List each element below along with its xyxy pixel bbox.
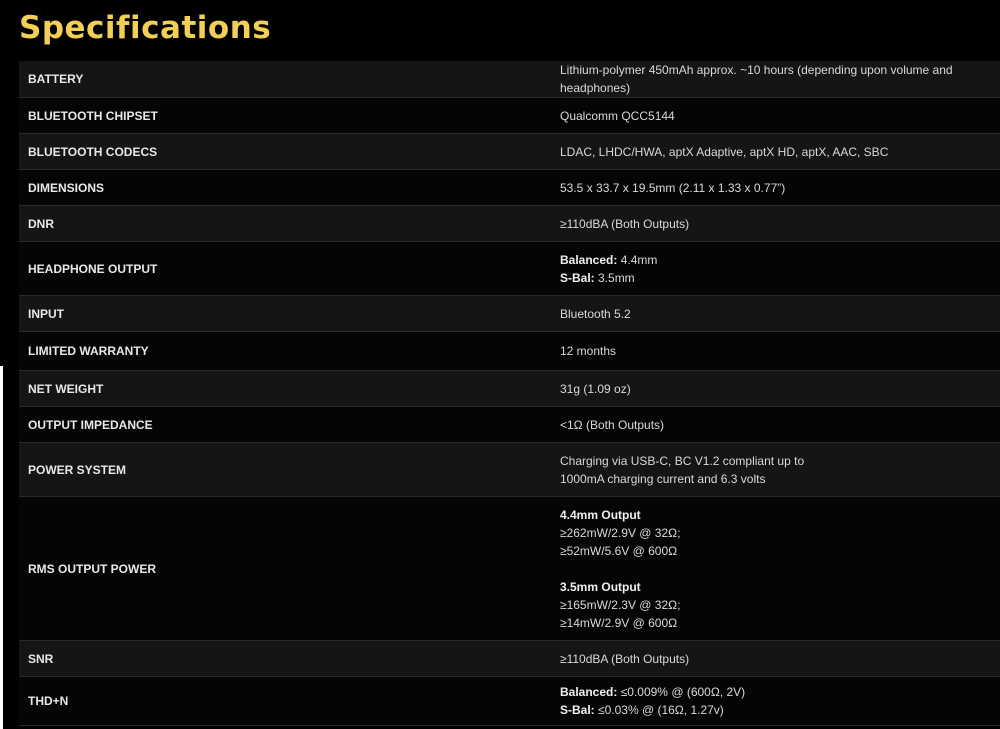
spec-row-net-weight: NET WEIGHT 31g (1.09 oz) xyxy=(19,370,1000,407)
spec-row-input: INPUT Bluetooth 5.2 xyxy=(19,295,1000,332)
value-line: Charging via USB-C, BC V1.2 compliant up… xyxy=(560,453,805,468)
value-line: S-Bal: ≤0.03% @ (16Ω, 1.27v) xyxy=(560,703,724,717)
value-line: Balanced: 4.4mm xyxy=(560,252,658,267)
spec-label: BLUETOOTH CODECS xyxy=(19,133,551,170)
spec-row-snr: SNR ≥110dBA (Both Outputs) xyxy=(19,640,1000,677)
spec-label: RMS OUTPUT POWER xyxy=(19,496,551,641)
spec-row-dnr: DNR ≥110dBA (Both Outputs) xyxy=(19,205,1000,242)
value-line: 4.4mm Output xyxy=(560,507,641,522)
value-line: ≥262mW/2.9V @ 32Ω; xyxy=(560,525,681,540)
spec-value: 12 months xyxy=(551,331,1000,371)
spec-row-bluetooth-chipset: BLUETOOTH CHIPSET Qualcomm QCC5144 xyxy=(19,97,1000,134)
spec-label: INPUT xyxy=(19,295,551,332)
spec-label: HEADPHONE OUTPUT xyxy=(19,241,551,296)
spec-row-dimensions: DIMENSIONS 53.5 x 33.7 x 19.5mm (2.11 x … xyxy=(19,169,1000,206)
spec-row-power-system: POWER SYSTEM Charging via USB-C, BC V1.2… xyxy=(19,442,1000,497)
spec-row-rms-output-power: RMS OUTPUT POWER 4.4mm Output ≥262mW/2.9… xyxy=(19,496,1000,641)
spec-value: Bluetooth 5.2 xyxy=(551,295,1000,332)
spec-label: POWER SYSTEM xyxy=(19,442,551,497)
value-line: 3.5mm Output xyxy=(560,579,641,594)
spec-value: LDAC, LHDC/HWA, aptX Adaptive, aptX HD, … xyxy=(551,133,1000,170)
spec-value: Balanced: ≤0.009% @ (600Ω, 2V) S-Bal: ≤0… xyxy=(551,676,1000,726)
spec-label: NET WEIGHT xyxy=(19,370,551,407)
spec-value: Lithium-polymer 450mAh approx. ~10 hours… xyxy=(551,61,1000,98)
value-line: ≥165mW/2.3V @ 32Ω; xyxy=(560,597,681,612)
spec-label: DIMENSIONS xyxy=(19,169,551,206)
spec-value: 4.4mm Output ≥262mW/2.9V @ 32Ω; ≥52mW/5.… xyxy=(551,496,1000,641)
spec-row-output-impedance: OUTPUT IMPEDANCE <1Ω (Both Outputs) xyxy=(19,406,1000,443)
specifications-table: BATTERY Lithium-polymer 450mAh approx. ~… xyxy=(19,61,1000,726)
spec-label: THD+N xyxy=(19,676,551,726)
value-line: ≥14mW/2.9V @ 600Ω xyxy=(560,615,678,630)
spec-label: BATTERY xyxy=(19,61,551,98)
spec-value: Qualcomm QCC5144 xyxy=(551,97,1000,134)
spec-value: ≥110dBA (Both Outputs) xyxy=(551,640,1000,677)
spec-label: OUTPUT IMPEDANCE xyxy=(19,406,551,443)
value-line: Balanced: ≤0.009% @ (600Ω, 2V) xyxy=(560,685,746,699)
spec-row-thd-n: THD+N Balanced: ≤0.009% @ (600Ω, 2V) S-B… xyxy=(19,676,1000,726)
spec-label: LIMITED WARRANTY xyxy=(19,331,551,371)
value-line: 1000mA charging current and 6.3 volts xyxy=(560,471,766,486)
spec-value: <1Ω (Both Outputs) xyxy=(551,406,1000,443)
spec-row-headphone-output: HEADPHONE OUTPUT Balanced: 4.4mm S-Bal: … xyxy=(19,241,1000,296)
spec-label: DNR xyxy=(19,205,551,242)
page-title: Specifications xyxy=(19,10,272,46)
page-edge-divider xyxy=(0,366,3,729)
spec-value: 31g (1.09 oz) xyxy=(551,370,1000,407)
spec-label: SNR xyxy=(19,640,551,677)
value-line: ≥52mW/5.6V @ 600Ω xyxy=(560,543,678,558)
spec-value: ≥110dBA (Both Outputs) xyxy=(551,205,1000,242)
spec-value: Charging via USB-C, BC V1.2 compliant up… xyxy=(551,442,1000,497)
spec-value: 53.5 x 33.7 x 19.5mm (2.11 x 1.33 x 0.77… xyxy=(551,169,1000,206)
spec-row-bluetooth-codecs: BLUETOOTH CODECS LDAC, LHDC/HWA, aptX Ad… xyxy=(19,133,1000,170)
spec-row-limited-warranty: LIMITED WARRANTY 12 months xyxy=(19,331,1000,371)
spec-label: BLUETOOTH CHIPSET xyxy=(19,97,551,134)
spec-row-battery: BATTERY Lithium-polymer 450mAh approx. ~… xyxy=(19,61,1000,98)
value-line: S-Bal: 3.5mm xyxy=(560,270,635,285)
spec-value: Balanced: 4.4mm S-Bal: 3.5mm xyxy=(551,241,1000,296)
